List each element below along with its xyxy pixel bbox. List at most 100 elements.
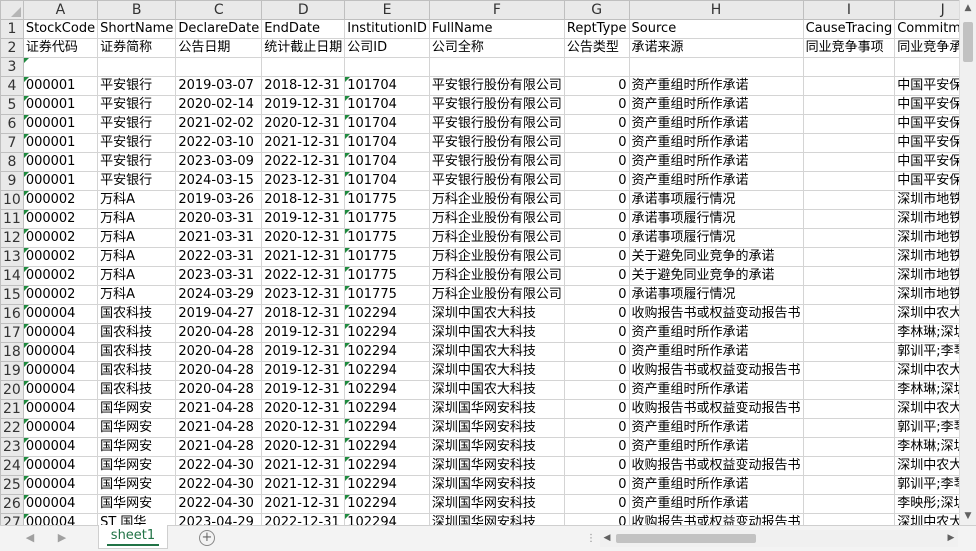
cell-e[interactable]: 102294 [344,399,430,419]
cell-i[interactable] [802,399,896,419]
column-header-b[interactable]: B [97,0,177,20]
cell-f[interactable]: 万科企业股份有限公司 [428,190,565,210]
cell-f[interactable]: 平安银行股份有限公司 [428,95,565,115]
cell-e[interactable]: 101704 [344,152,430,172]
cell-d[interactable]: 2019-12-31 [261,380,346,400]
cell-h[interactable]: 资产重组时所作承诺 [628,380,804,400]
cell-e[interactable]: 102294 [344,475,430,495]
column-header-f[interactable]: F [428,0,565,20]
cell-a[interactable]: 000002 [22,228,99,248]
cell-c[interactable]: DeclareDate [175,19,263,39]
cell-b[interactable]: 万科A [97,228,177,248]
cell-a[interactable]: 000004 [22,399,99,419]
cell-b[interactable]: 国华网安 [97,475,177,495]
row-header[interactable]: 15 [0,285,24,305]
cell-i[interactable] [802,247,896,267]
cell-d[interactable]: EndDate [261,19,346,39]
cell-g[interactable]: 0 [563,76,630,96]
cell-i[interactable] [802,494,896,514]
cell-h[interactable]: 资产重组时所作承诺 [628,171,804,191]
cell-b[interactable]: 国农科技 [97,342,177,362]
cell-h[interactable]: 资产重组时所作承诺 [628,418,804,438]
cell-b[interactable]: 平安银行 [97,114,177,134]
cell-b[interactable]: 证券简称 [97,38,177,58]
cell-d[interactable]: 2022-12-31 [261,152,346,172]
cell-a[interactable]: 000002 [22,190,99,210]
row-header[interactable]: 4 [0,76,24,96]
cell-i[interactable] [802,285,896,305]
column-header-e[interactable]: E [344,0,430,20]
cell-d[interactable]: 2018-12-31 [261,76,346,96]
cell-h[interactable]: 资产重组时所作承诺 [628,95,804,115]
cell-g[interactable]: 0 [563,152,630,172]
cell-b[interactable]: 万科A [97,190,177,210]
cell-g[interactable]: 0 [563,247,630,267]
cell-e[interactable]: 101775 [344,190,430,210]
cell-h[interactable]: 收购报告书或权益变动报告书 [628,304,804,324]
row-header[interactable]: 25 [0,475,24,495]
cell-c[interactable]: 2024-03-29 [175,285,263,305]
cell-c[interactable]: 2020-04-28 [175,323,263,343]
cell-c[interactable]: 2021-04-28 [175,437,263,457]
column-header-a[interactable]: A [22,0,99,20]
cell-c[interactable]: 2020-04-28 [175,342,263,362]
cell-i[interactable] [802,133,896,153]
row-header[interactable]: 26 [0,494,24,514]
cell-d[interactable]: 2020-12-31 [261,437,346,457]
row-header[interactable]: 11 [0,209,24,229]
cell-h[interactable]: 关于避免同业竞争的承诺 [628,247,804,267]
cell-i[interactable] [802,76,896,96]
cell-e[interactable]: 101775 [344,285,430,305]
cell-g[interactable]: 0 [563,285,630,305]
prev-sheet-icon[interactable]: ◀ [22,530,38,546]
cell-b[interactable]: 国华网安 [97,456,177,476]
scroll-right-icon[interactable]: ▶ [944,530,958,547]
cell-g[interactable]: 0 [563,342,630,362]
cell-h[interactable]: 收购报告书或权益变动报告书 [628,361,804,381]
cell-c[interactable]: 2020-04-28 [175,361,263,381]
cell-g[interactable]: 0 [563,494,630,514]
cell-e[interactable]: 101704 [344,171,430,191]
cell-a[interactable]: 000004 [22,418,99,438]
cell-d[interactable]: 2019-12-31 [261,361,346,381]
cell-a[interactable]: 000001 [22,133,99,153]
cell-f[interactable]: 平安银行股份有限公司 [428,76,565,96]
cell-g[interactable]: 0 [563,133,630,153]
cell-e[interactable]: 101704 [344,114,430,134]
cell-b[interactable]: 国华网安 [97,418,177,438]
cell-a[interactable]: StockCode [22,19,99,39]
cell-e[interactable]: 101704 [344,76,430,96]
cell-g[interactable]: 0 [563,266,630,286]
cell-g[interactable]: ReptType [563,19,630,39]
cell-f[interactable]: 深圳中国农大科技 [428,361,565,381]
cell-c[interactable]: 2022-04-30 [175,456,263,476]
cell-b[interactable]: 平安银行 [97,95,177,115]
cell-i[interactable] [802,323,896,343]
cell-g[interactable]: 0 [563,95,630,115]
cell-f[interactable]: 万科企业股份有限公司 [428,209,565,229]
cell-c[interactable]: 2021-02-02 [175,114,263,134]
add-sheet-icon[interactable]: + [199,530,215,546]
cell-f[interactable]: 深圳国华网安科技 [428,437,565,457]
cell-c[interactable]: 2022-03-10 [175,133,263,153]
cell-i[interactable] [802,228,896,248]
cell-c[interactable]: 2022-04-30 [175,494,263,514]
horizontal-scrollbar[interactable]: ◀ ▶ [600,530,958,547]
cell-d[interactable]: 2020-12-31 [261,228,346,248]
cell-g[interactable]: 公告类型 [563,38,630,58]
vertical-scroll-thumb[interactable] [963,22,973,62]
cell-g[interactable] [563,57,630,77]
cell-c[interactable]: 2019-03-07 [175,76,263,96]
cell-h[interactable]: 资产重组时所作承诺 [628,114,804,134]
cell-c[interactable]: 公告日期 [175,38,263,58]
cell-b[interactable]: 国华网安 [97,494,177,514]
scroll-up-icon[interactable]: ▲ [960,0,976,17]
cell-a[interactable]: 000004 [22,361,99,381]
cell-f[interactable]: 平安银行股份有限公司 [428,152,565,172]
cell-f[interactable]: 深圳国华网安科技 [428,399,565,419]
cell-e[interactable]: InstitutionID [344,19,430,39]
cell-a[interactable]: 000004 [22,513,99,525]
cell-f[interactable]: 深圳中国农大科技 [428,380,565,400]
cell-i[interactable] [802,418,896,438]
row-header[interactable]: 9 [0,171,24,191]
